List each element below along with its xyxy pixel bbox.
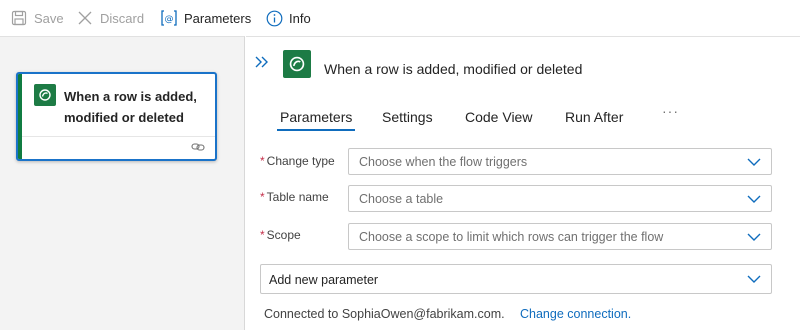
trigger-card[interactable]: When a row is added, modified or deleted: [16, 72, 217, 161]
card-stripe: [18, 74, 22, 159]
parameters-button[interactable]: @ Parameters: [160, 0, 251, 36]
chevron-down-icon: [747, 195, 761, 203]
dataverse-icon: [34, 84, 56, 106]
card-title: When a row is added, modified or deleted: [64, 89, 197, 125]
details-panel: When a row is added, modified or deleted…: [246, 36, 800, 330]
svg-text:@: @: [165, 15, 174, 25]
card-divider: [22, 136, 215, 137]
tab-settings[interactable]: Settings: [382, 109, 433, 125]
tab-parameters[interactable]: Parameters: [276, 109, 356, 131]
save-label: Save: [34, 10, 64, 26]
info-icon: [265, 9, 283, 27]
more-tabs-button[interactable]: ···: [662, 103, 679, 119]
save-icon: [10, 9, 28, 27]
info-button[interactable]: Info: [265, 0, 311, 36]
toolbar: Save Discard @ Parameters Info: [0, 0, 800, 36]
add-new-parameter-dropdown[interactable]: Add new parameter: [260, 264, 772, 294]
discard-label: Discard: [100, 10, 145, 26]
tab-run-after[interactable]: Run After: [565, 109, 623, 125]
parameters-icon: @: [160, 9, 178, 27]
chevron-down-icon: [747, 233, 761, 241]
table-name-dropdown[interactable]: Choose a table: [348, 185, 772, 212]
link-icon: [191, 140, 205, 154]
change-type-dropdown[interactable]: Choose when the flow triggers: [348, 148, 772, 175]
tab-code-view[interactable]: Code View: [465, 109, 532, 125]
change-connection-link[interactable]: Change connection.: [520, 307, 631, 321]
connection-text: Connected to SophiaOwen@fabrikam.com.: [264, 307, 505, 321]
table-name-placeholder: Choose a table: [359, 192, 444, 206]
panel-title: When a row is added, modified or deleted: [324, 61, 583, 77]
chevron-down-icon: [747, 158, 761, 166]
add-new-parameter-label: Add new parameter: [269, 273, 379, 287]
scope-dropdown[interactable]: Choose a scope to limit which rows can t…: [348, 223, 772, 250]
info-label: Info: [289, 10, 311, 26]
change-type-placeholder: Choose when the flow triggers: [359, 155, 528, 169]
close-icon: [76, 9, 94, 27]
collapse-panel-button[interactable]: [254, 54, 270, 70]
save-button[interactable]: Save: [10, 0, 64, 36]
parameters-label: Parameters: [184, 10, 252, 26]
dataverse-icon: [283, 50, 311, 78]
designer-canvas: When a row is added, modified or deleted: [0, 36, 245, 330]
discard-button[interactable]: Discard: [76, 0, 144, 36]
scope-label: * Scope: [260, 228, 301, 242]
change-type-label: * Change type: [260, 154, 335, 168]
scope-placeholder: Choose a scope to limit which rows can t…: [359, 230, 664, 244]
chevron-down-icon: [747, 275, 761, 283]
table-name-label: * Table name: [260, 190, 329, 204]
double-chevron-right-icon: [255, 56, 268, 68]
